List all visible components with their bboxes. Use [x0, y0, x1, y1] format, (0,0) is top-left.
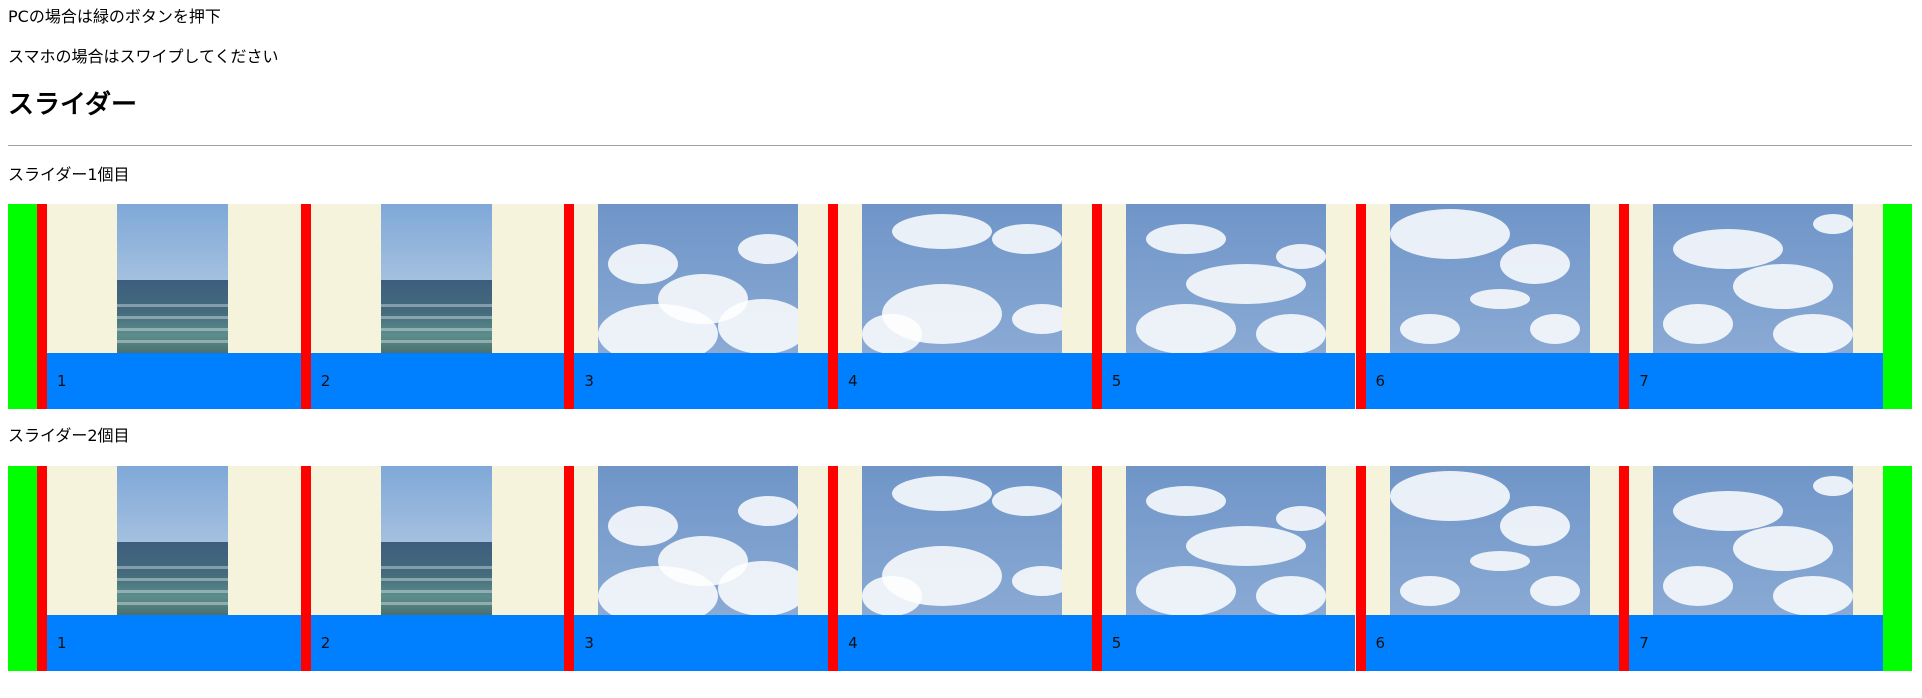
slide-number: 5: [1111, 372, 1122, 390]
slide-number: 4: [848, 372, 858, 390]
slide-caption: 4: [838, 615, 1092, 671]
slide-image-area: [1101, 466, 1356, 615]
slide-divider: [1355, 466, 1366, 671]
slider-2-next-button[interactable]: [1883, 466, 1912, 671]
page: PCの場合は緑のボタンを押下 スマホの場合はスワイプしてください スライダー ス…: [0, 0, 1922, 698]
clouds-photo: [862, 466, 1063, 615]
slide-image-area: [310, 466, 565, 615]
slide-divider: [300, 204, 311, 409]
slide-image-area: [1629, 466, 1883, 615]
clouds-photo: [598, 204, 799, 353]
slide-divider: [37, 466, 47, 671]
slide-image-area: [574, 466, 829, 615]
slide-image-area: [1365, 466, 1620, 615]
clouds-photo: [1653, 204, 1854, 353]
slide-divider: [1091, 204, 1102, 409]
slide-caption: 5: [1101, 615, 1356, 671]
slider-1-prev-button[interactable]: [8, 204, 37, 409]
slide: 7: [1619, 466, 1883, 671]
slide: 5: [1091, 204, 1356, 409]
slide-caption: 1: [47, 615, 301, 671]
slide-divider: [564, 204, 575, 409]
slide-caption: 5: [1101, 353, 1356, 409]
slide-caption: 2: [310, 615, 565, 671]
slide: 2: [300, 204, 565, 409]
pc-instruction: PCの場合は緑のボタンを押下: [8, 7, 221, 26]
slide-number: 5: [1111, 634, 1122, 652]
slider-1[interactable]: 1 2 3 4 5 6 7: [8, 204, 1912, 409]
slide-caption: 3: [574, 615, 829, 671]
slide: 2: [300, 466, 565, 671]
slide-caption: 4: [838, 353, 1092, 409]
slide-number: 7: [1639, 372, 1649, 390]
slide-caption: 6: [1365, 353, 1620, 409]
slide-caption: 7: [1629, 615, 1883, 671]
slide-divider: [1619, 204, 1630, 409]
slide-divider: [300, 466, 311, 671]
slide-image-area: [310, 204, 565, 353]
slide-image-area: [838, 466, 1092, 615]
slide-divider: [1619, 466, 1630, 671]
clouds-photo: [598, 466, 799, 615]
slide-number: 2: [320, 634, 331, 652]
slider-2-prev-button[interactable]: [8, 466, 37, 671]
slide-number: 4: [848, 634, 858, 652]
slide-caption: 3: [574, 353, 829, 409]
slide-divider: [828, 204, 839, 409]
slide: 4: [828, 204, 1092, 409]
clouds-photo: [1125, 204, 1326, 353]
sea-photo: [380, 204, 492, 353]
slide-number: 2: [320, 372, 331, 390]
slide-number: 3: [584, 634, 594, 652]
sea-photo: [117, 466, 228, 615]
slide-number: 3: [584, 372, 594, 390]
slide-image-area: [1629, 204, 1883, 353]
slide: 6: [1355, 466, 1620, 671]
slide: 5: [1091, 466, 1356, 671]
slide-divider: [1355, 204, 1366, 409]
sea-photo: [380, 466, 492, 615]
slide: 1: [37, 466, 301, 671]
slide-caption: 2: [310, 353, 565, 409]
slide-caption: 6: [1365, 615, 1620, 671]
slide-image-area: [838, 204, 1092, 353]
slide-image-area: [574, 204, 829, 353]
slider-2[interactable]: 1 2 3 4 5 6 7: [8, 466, 1912, 671]
slider-2-track[interactable]: 1 2 3 4 5 6 7: [37, 466, 1889, 671]
slide-number: 6: [1375, 634, 1386, 652]
slider-1-label: スライダー1個目: [8, 165, 130, 184]
slide-divider: [828, 466, 839, 671]
slide-divider: [1091, 466, 1102, 671]
clouds-photo: [862, 204, 1063, 353]
slide-divider: [37, 204, 47, 409]
slide: 3: [564, 466, 829, 671]
slide: 6: [1355, 204, 1620, 409]
slide-image-area: [1101, 204, 1356, 353]
slide: 7: [1619, 204, 1883, 409]
sea-photo: [117, 204, 228, 353]
slide-number: 1: [57, 634, 67, 652]
slide-caption: 7: [1629, 353, 1883, 409]
slider-1-track[interactable]: 1 2 3 4 5 6 7: [37, 204, 1889, 409]
slide: 3: [564, 204, 829, 409]
page-heading: スライダー: [8, 90, 137, 120]
clouds-photo: [1125, 466, 1326, 615]
slide: 1: [37, 204, 301, 409]
slide-image-area: [47, 204, 301, 353]
slide-divider: [564, 466, 575, 671]
clouds-photo: [1389, 466, 1590, 615]
slider-2-label: スライダー2個目: [8, 426, 130, 445]
slide-image-area: [1365, 204, 1620, 353]
mobile-instruction: スマホの場合はスワイプしてください: [8, 47, 279, 66]
slide-caption: 1: [47, 353, 301, 409]
slide-image-area: [47, 466, 301, 615]
clouds-photo: [1389, 204, 1590, 353]
slide-number: 7: [1639, 634, 1649, 652]
slider-1-next-button[interactable]: [1883, 204, 1912, 409]
slide-number: 1: [57, 372, 67, 390]
slide: 4: [828, 466, 1092, 671]
slide-number: 6: [1375, 372, 1386, 390]
clouds-photo: [1653, 466, 1854, 615]
divider: [8, 145, 1912, 146]
